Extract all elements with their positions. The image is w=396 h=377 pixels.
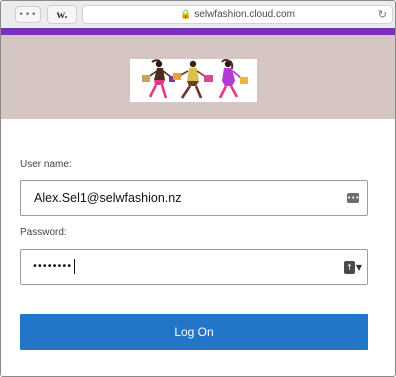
- log-on-button[interactable]: Log On: [20, 314, 368, 350]
- address-text: 🔒 selwfashion.cloud.com: [83, 6, 392, 23]
- lock-icon: 🔒: [180, 10, 192, 20]
- autofill-icon[interactable]: •••: [347, 193, 359, 203]
- key-icon: ↑: [343, 260, 355, 274]
- username-value: Alex.Sel1@selwfashion.nz: [34, 191, 182, 205]
- url-label: selwfashion.cloud.com: [194, 9, 295, 20]
- password-label: Password:: [20, 227, 67, 238]
- brand-logo-image: [130, 59, 257, 102]
- password-field[interactable]: •••••••• ↑ ▼: [20, 249, 368, 285]
- chevron-down-icon: ▼: [355, 262, 362, 272]
- header-banner: [1, 35, 395, 119]
- reload-icon[interactable]: ↻: [378, 6, 387, 23]
- username-label: User name:: [20, 159, 72, 170]
- shopper-figure-3: [218, 59, 248, 99]
- text-caret: [74, 258, 76, 274]
- accent-bar: [1, 28, 395, 35]
- login-form: User name: Alex.Sel1@selwfashion.nz ••• …: [1, 119, 395, 376]
- site-favicon-button[interactable]: w.: [47, 5, 77, 24]
- site-favicon-icon: w.: [56, 7, 68, 21]
- password-dots: ••••••••: [32, 261, 72, 272]
- dots-icon: •••: [18, 9, 38, 20]
- password-mask: ••••••••: [32, 250, 76, 284]
- address-bar[interactable]: 🔒 selwfashion.cloud.com ↻: [82, 5, 393, 24]
- shopper-figure-1: [142, 59, 175, 99]
- keychain-icon[interactable]: ↑ ▼: [343, 260, 362, 274]
- username-field[interactable]: Alex.Sel1@selwfashion.nz •••: [20, 180, 368, 216]
- browser-window: ••• w. 🔒 selwfashion.cloud.com ↻ User na…: [0, 0, 396, 377]
- browser-toolbar: ••• w. 🔒 selwfashion.cloud.com ↻: [1, 1, 395, 28]
- shopper-figure-2: [173, 60, 213, 99]
- tab-overview-button[interactable]: •••: [15, 6, 41, 23]
